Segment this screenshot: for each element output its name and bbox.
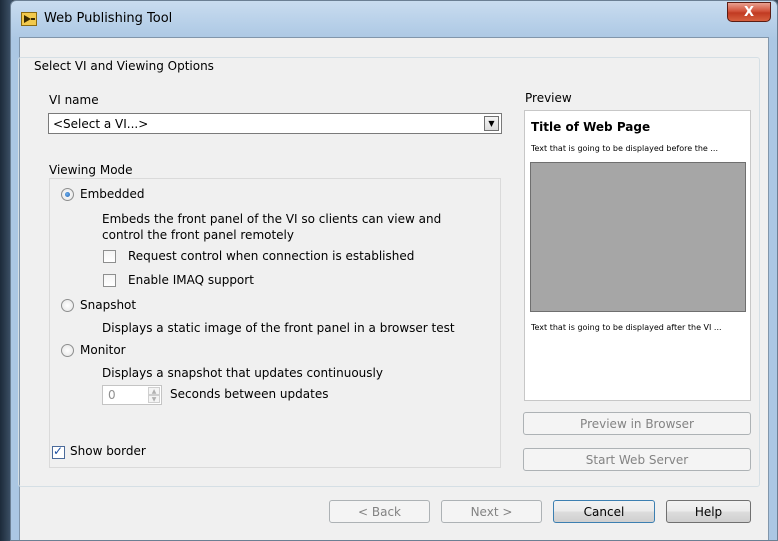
next-label: Next >	[470, 504, 513, 519]
chevron-down-icon[interactable]: ▼	[484, 116, 499, 131]
seconds-label: Seconds between updates	[170, 387, 329, 401]
preview-label: Preview	[525, 91, 572, 105]
cancel-button[interactable]: Cancel	[553, 500, 655, 523]
embedded-description: Embeds the front panel of the VI so clie…	[102, 212, 442, 242]
embedded-label[interactable]: Embedded	[80, 187, 145, 201]
labview-app-icon	[21, 12, 37, 26]
vi-name-select[interactable]: <Select a VI...> ▼	[48, 113, 502, 134]
show-border-checkbox[interactable]	[52, 444, 65, 459]
preview-text-after: Text that is going to be displayed after…	[531, 323, 722, 332]
back-label: < Back	[357, 504, 401, 519]
start-web-server-label: Start Web Server	[585, 452, 689, 467]
enable-imaq-checkbox[interactable]	[103, 274, 116, 287]
viewing-mode-label: Viewing Mode	[49, 163, 133, 177]
vi-name-selected-value: <Select a VI...>	[53, 117, 149, 131]
monitor-description: Displays a snapshot that updates continu…	[102, 366, 383, 380]
seconds-spinbox[interactable]: 0 ▲ ▼	[102, 385, 162, 405]
close-icon: X	[743, 4, 755, 20]
next-button[interactable]: Next >	[441, 500, 542, 523]
seconds-value[interactable]: 0	[108, 388, 116, 402]
monitor-radio[interactable]	[61, 344, 74, 357]
snapshot-label[interactable]: Snapshot	[80, 298, 136, 312]
snapshot-description: Displays a static image of the front pan…	[102, 321, 455, 335]
snapshot-radio[interactable]	[61, 299, 74, 312]
enable-imaq-label[interactable]: Enable IMAQ support	[128, 273, 254, 287]
preview-pane: Title of Web Page Text that is going to …	[524, 110, 751, 401]
preview-in-browser-button[interactable]: Preview in Browser	[523, 412, 751, 435]
cancel-label: Cancel	[583, 504, 625, 519]
preview-text-before: Text that is going to be displayed befor…	[531, 144, 718, 153]
request-control-checkbox[interactable]	[103, 250, 116, 263]
viewing-mode-panel: Embedded Embeds the front panel of the V…	[49, 178, 501, 468]
spin-down-icon[interactable]: ▼	[148, 395, 160, 403]
window-title: Web Publishing Tool	[44, 11, 173, 26]
show-border-label[interactable]: Show border	[70, 444, 146, 458]
request-control-label[interactable]: Request control when connection is estab…	[128, 249, 414, 263]
preview-in-browser-label: Preview in Browser	[580, 416, 694, 431]
close-button[interactable]: X	[727, 2, 771, 22]
options-group-legend: Select VI and Viewing Options	[30, 59, 218, 73]
preview-front-panel-image	[530, 162, 746, 312]
start-web-server-button[interactable]: Start Web Server	[523, 448, 751, 471]
embedded-radio[interactable]	[61, 188, 74, 201]
monitor-label[interactable]: Monitor	[80, 343, 126, 357]
title-bar[interactable]: Web Publishing Tool X	[11, 1, 777, 37]
help-label: Help	[694, 504, 723, 519]
dialog-content: Select VI and Viewing Options VI name <S…	[18, 37, 768, 541]
vi-name-label: VI name	[49, 93, 99, 107]
back-button[interactable]: < Back	[329, 500, 430, 523]
help-button[interactable]: Help	[666, 500, 751, 523]
spin-up-icon[interactable]: ▲	[148, 387, 160, 395]
preview-page-title: Title of Web Page	[531, 120, 651, 134]
